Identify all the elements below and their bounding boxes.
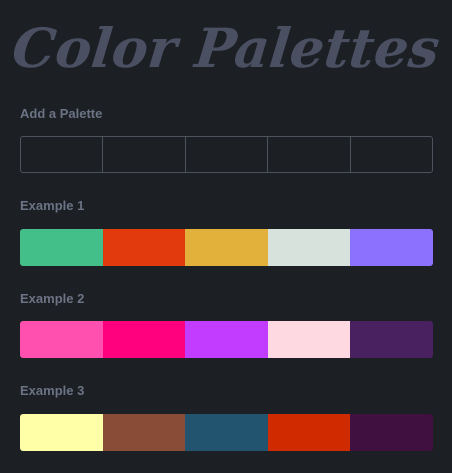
palette-slot-4[interactable] [268,137,351,172]
example-3-palette[interactable] [20,414,433,451]
color-swatch[interactable] [350,414,433,451]
add-palette-label: Add a Palette [20,106,103,121]
palette-slot-3[interactable] [186,137,269,172]
palette-slot-5[interactable] [351,137,432,172]
palette-slot-1[interactable] [21,137,104,172]
color-swatch[interactable] [185,229,268,266]
page-title: Color Palettes [9,16,443,80]
color-swatch[interactable] [185,321,268,358]
example-2-label: Example 2 [20,291,85,306]
color-swatch[interactable] [20,229,103,266]
example-1-label: Example 1 [20,198,85,213]
color-swatch[interactable] [20,414,103,451]
color-swatch[interactable] [267,321,351,358]
color-swatch[interactable] [185,414,268,451]
color-swatch[interactable] [102,414,186,451]
color-swatch[interactable] [102,321,186,358]
add-palette-input-strip[interactable] [20,136,433,173]
color-swatch[interactable] [20,321,103,358]
example-2-palette[interactable] [20,321,433,358]
color-swatch[interactable] [350,321,433,358]
color-swatch[interactable] [267,229,351,266]
color-swatch[interactable] [350,229,433,266]
palette-slot-2[interactable] [103,137,186,172]
color-swatch[interactable] [267,414,351,451]
example-1-palette[interactable] [20,229,433,266]
example-3-label: Example 3 [20,383,85,398]
color-swatch[interactable] [102,229,186,266]
